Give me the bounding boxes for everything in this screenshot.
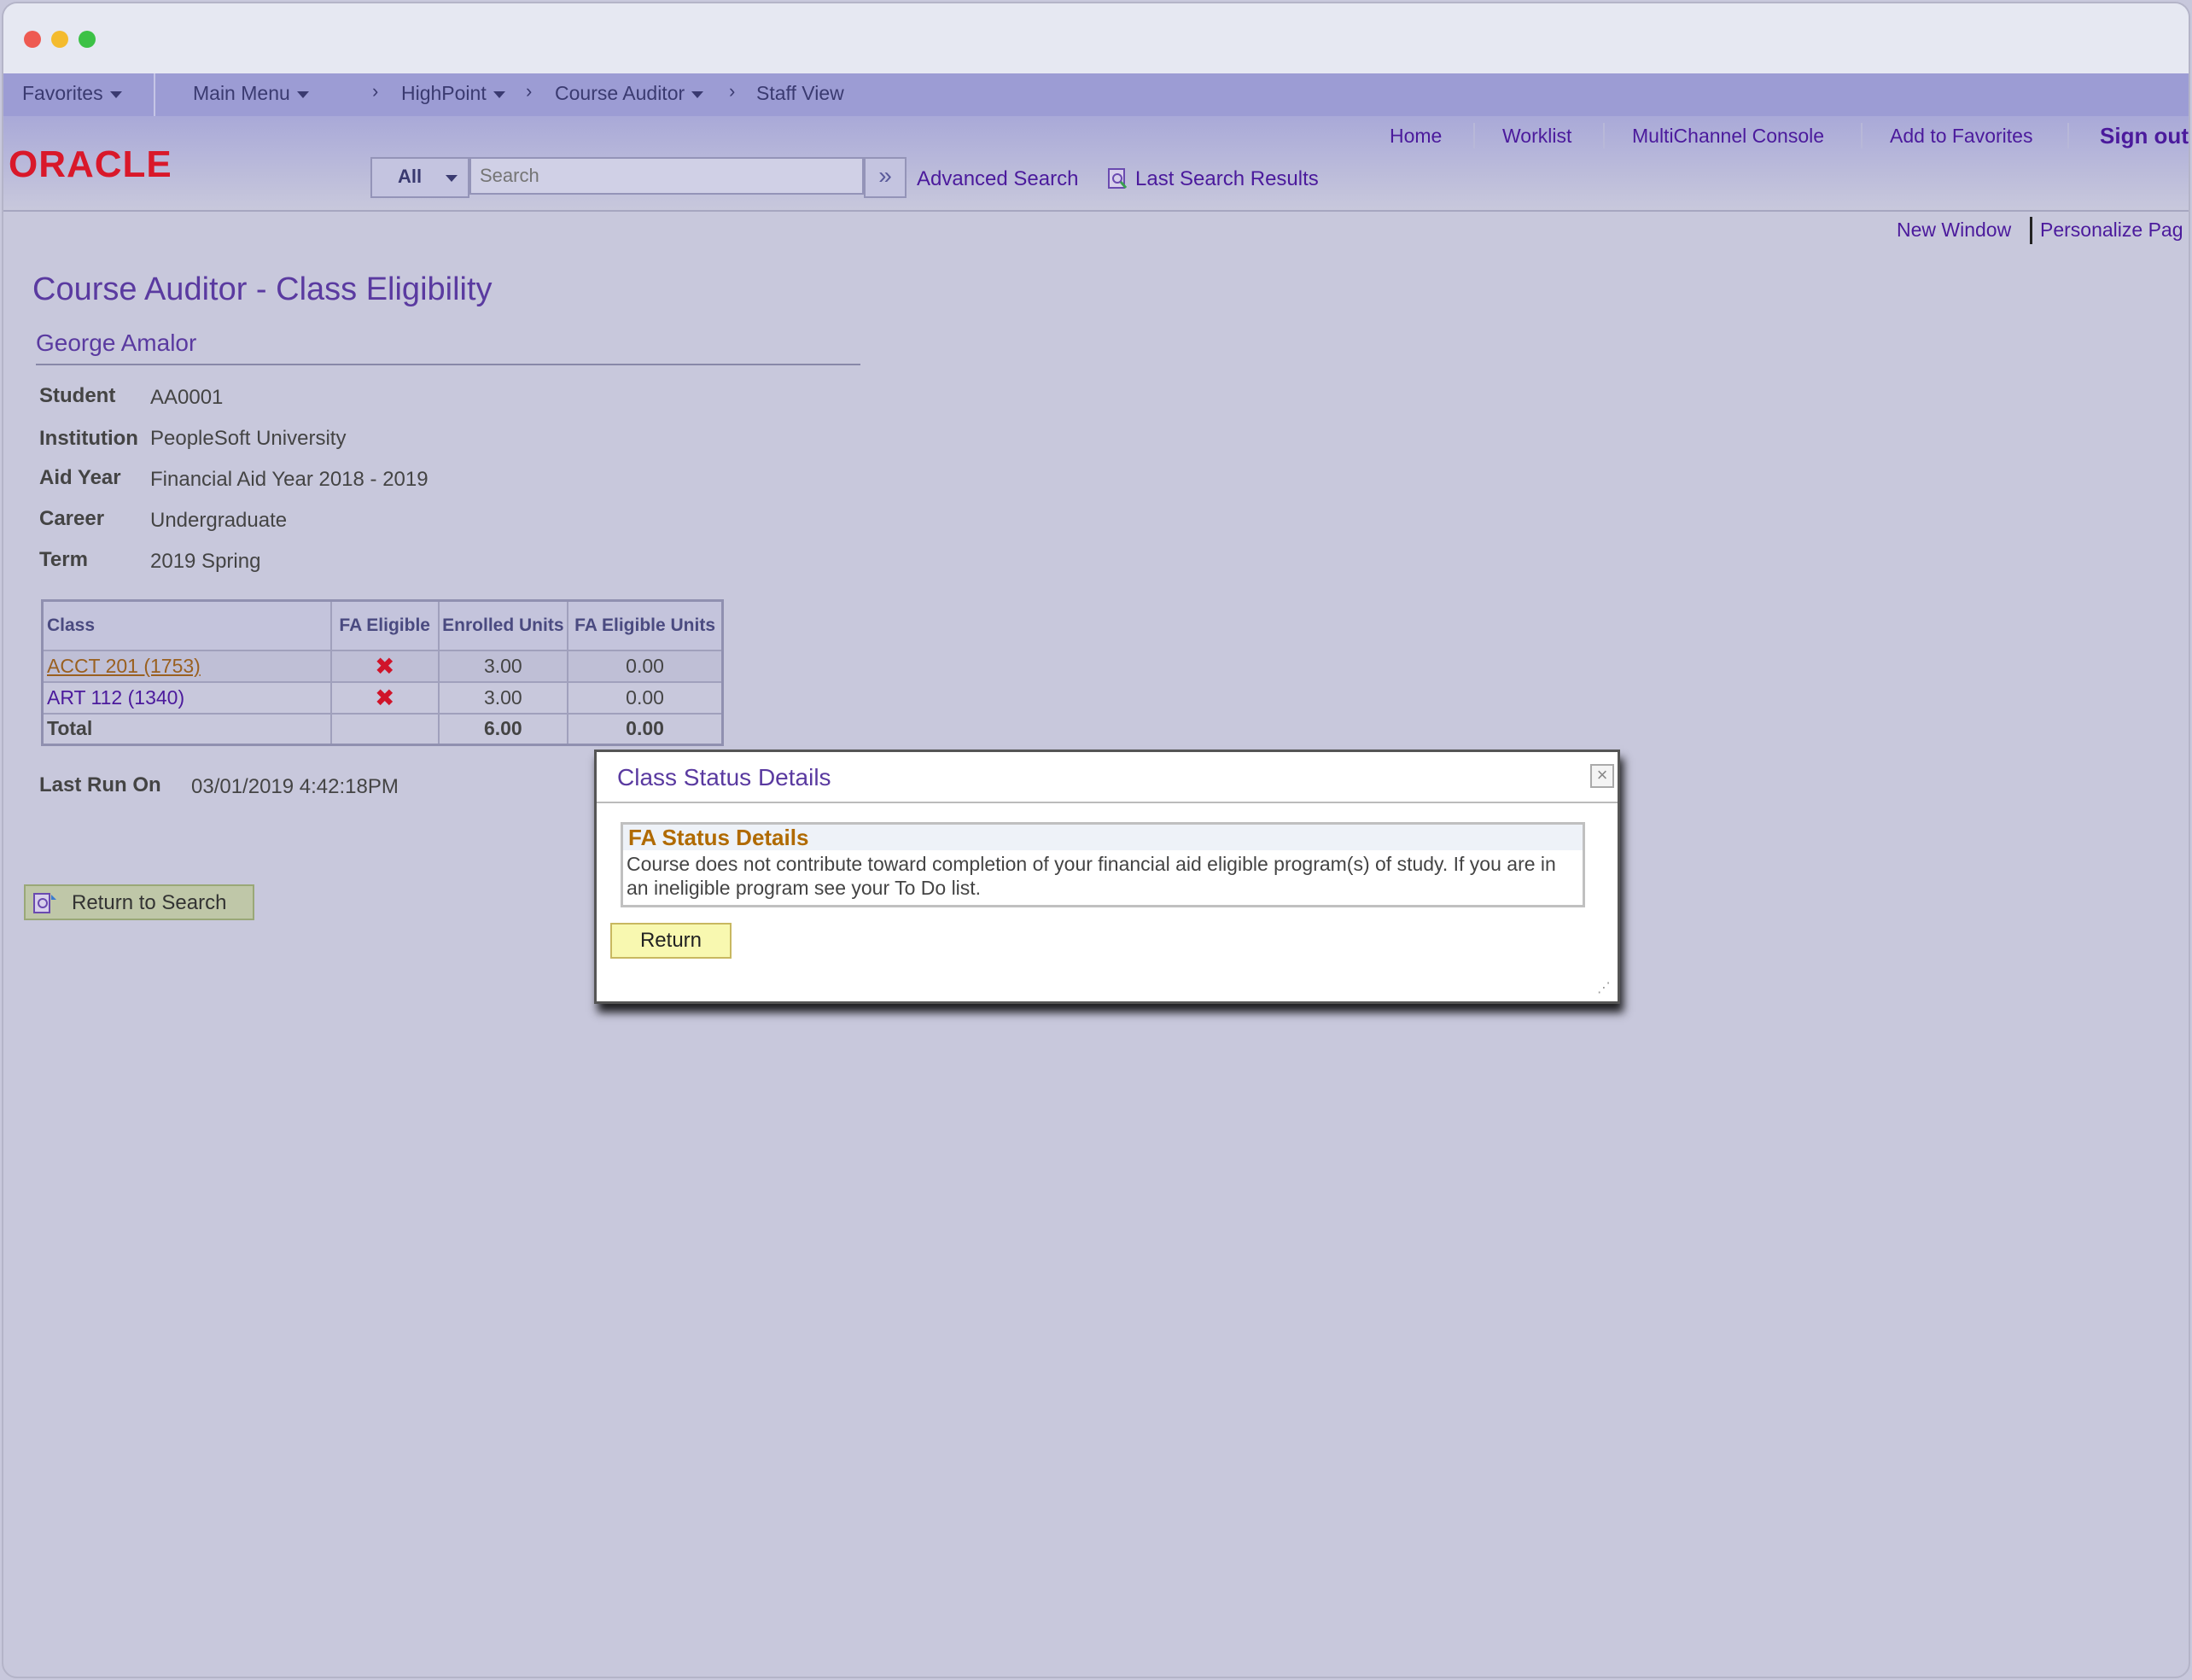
minimize-window-button[interactable]: [51, 31, 68, 48]
breadcrumb-arrow-icon: ›: [372, 80, 379, 102]
student-label: Student: [39, 384, 116, 407]
chevron-down-icon: [296, 90, 309, 98]
last-run-value: 03/01/2019 4:42:18PM: [191, 775, 399, 798]
search-category-select[interactable]: All: [370, 157, 469, 198]
advanced-search-link[interactable]: Advanced Search: [917, 167, 1078, 191]
link-divider: [1473, 123, 1475, 149]
class-cell: ART 112 (1340): [41, 680, 332, 715]
class-status-details-dialog: Class Status Details × FA Status Details…: [594, 750, 1620, 1004]
page-title: Course Auditor - Class Eligibility: [32, 271, 493, 307]
breadcrumb-arrow-icon: ›: [729, 80, 736, 102]
multichannel-console-link[interactable]: MultiChannel Console: [1632, 125, 1824, 148]
table-total-row: Total 6.00 0.00: [41, 712, 724, 746]
link-divider: [1603, 123, 1605, 149]
student-name: George Amalor: [36, 330, 197, 356]
column-header-fa-eligible-units: FA Eligible Units: [567, 599, 724, 651]
breadcrumb-staff-view[interactable]: Staff View: [756, 82, 844, 105]
divider: [36, 364, 860, 365]
student-value: AA0001: [150, 386, 224, 409]
link-divider: [1861, 123, 1863, 149]
fa-eligible-cell: ✖: [329, 680, 440, 715]
breadcrumb-label: Course Auditor: [555, 82, 685, 104]
search-go-button[interactable]: »: [864, 157, 907, 198]
search-input[interactable]: [469, 157, 864, 195]
sign-out-link[interactable]: Sign out: [2100, 123, 2189, 149]
last-search-results-link[interactable]: Last Search Results: [1135, 167, 1319, 191]
fa-status-details-box: FA Status Details Course does not contri…: [621, 822, 1585, 907]
class-link-art-112[interactable]: ART 112 (1340): [47, 686, 184, 709]
aid-year-value: Financial Aid Year 2018 - 2019: [150, 468, 428, 491]
term-label: Term: [39, 548, 88, 571]
total-label-cell: Total: [41, 712, 332, 746]
ineligible-x-icon[interactable]: ✖: [375, 653, 394, 680]
title-bar: [3, 3, 2189, 73]
worklist-link[interactable]: Worklist: [1502, 125, 1571, 148]
class-cell: ACCT 201 (1753): [41, 649, 332, 683]
total-fa-units-cell: 0.00: [567, 712, 724, 746]
link-divider: [2030, 217, 2032, 244]
favorites-menu[interactable]: Favorites: [22, 82, 122, 105]
chevron-down-icon: [691, 90, 704, 98]
fa-eligible-units-cell: 0.00: [567, 680, 724, 715]
browser-window: Favorites Main Menu › HighPoint › Course…: [2, 2, 2190, 1678]
divider: [597, 802, 1618, 803]
fa-status-message: Course does not contribute toward comple…: [627, 853, 1556, 899]
close-window-button[interactable]: [24, 31, 41, 48]
favorites-label: Favorites: [22, 82, 103, 104]
chevron-down-icon: [109, 90, 122, 98]
column-header-fa-eligible: FA Eligible: [329, 599, 440, 651]
close-icon[interactable]: ×: [1590, 764, 1614, 788]
oracle-logo: ORACLE: [9, 143, 172, 185]
table-row: ART 112 (1340) ✖ 3.00 0.00: [41, 680, 724, 715]
enrolled-units-cell: 3.00: [437, 680, 569, 715]
add-to-favorites-link[interactable]: Add to Favorites: [1890, 125, 2032, 148]
ineligible-x-icon[interactable]: ✖: [375, 685, 394, 711]
last-run-label: Last Run On: [39, 773, 161, 796]
institution-label: Institution: [39, 427, 138, 450]
return-button[interactable]: Return: [610, 923, 732, 959]
personalize-page-link[interactable]: Personalize Pag: [2040, 219, 2183, 242]
link-divider: [2067, 123, 2069, 149]
table-row: ACCT 201 (1753) ✖ 3.00 0.00: [41, 649, 724, 683]
fa-status-title: FA Status Details: [628, 825, 809, 850]
career-value: Undergraduate: [150, 509, 288, 532]
term-value: 2019 Spring: [150, 550, 261, 573]
column-header-class: Class: [41, 599, 332, 651]
search-category-value: All: [398, 166, 423, 187]
breadcrumb-arrow-icon: ›: [526, 80, 533, 102]
return-to-search-button[interactable]: Return to Search: [24, 884, 254, 920]
institution-value: PeopleSoft University: [150, 427, 347, 450]
fa-eligible-cell: [329, 712, 440, 746]
class-link-acct-201[interactable]: ACCT 201 (1753): [47, 655, 201, 677]
return-to-search-label: Return to Search: [72, 891, 227, 914]
home-link[interactable]: Home: [1390, 125, 1442, 148]
magnifier-icon: [1108, 168, 1128, 189]
double-chevron-right-icon: »: [878, 162, 892, 189]
chevron-down-icon: [446, 175, 458, 182]
breadcrumb-label: HighPoint: [401, 82, 487, 104]
resize-grip-icon[interactable]: ⋰: [1597, 979, 1616, 998]
aid-year-label: Aid Year: [39, 466, 121, 489]
page-header: ORACLE Home Worklist MultiChannel Consol…: [3, 116, 2189, 212]
nav-divider: [154, 73, 155, 116]
breadcrumb-highpoint[interactable]: HighPoint: [401, 82, 505, 105]
fa-eligible-units-cell: 0.00: [567, 649, 724, 683]
main-menu-label: Main Menu: [193, 82, 290, 104]
enrolled-units-cell: 3.00: [437, 649, 569, 683]
navigation-bar: Favorites Main Menu › HighPoint › Course…: [3, 73, 2189, 116]
dialog-title: Class Status Details: [617, 764, 831, 790]
total-enrolled-cell: 6.00: [437, 712, 569, 746]
class-eligibility-table: Class FA Eligible Enrolled Units FA Elig…: [41, 599, 724, 746]
career-label: Career: [39, 507, 105, 530]
table-header-row: Class FA Eligible Enrolled Units FA Elig…: [41, 599, 724, 651]
chevron-down-icon: [493, 90, 505, 98]
breadcrumb-course-auditor[interactable]: Course Auditor: [555, 82, 704, 105]
maximize-window-button[interactable]: [79, 31, 96, 48]
fa-eligible-cell: ✖: [329, 649, 440, 683]
main-menu[interactable]: Main Menu: [193, 82, 309, 105]
column-header-enrolled-units: Enrolled Units: [437, 599, 569, 651]
breadcrumb-label: Staff View: [756, 82, 844, 104]
new-window-link[interactable]: New Window: [1897, 219, 2011, 242]
search-return-icon: [33, 893, 56, 913]
